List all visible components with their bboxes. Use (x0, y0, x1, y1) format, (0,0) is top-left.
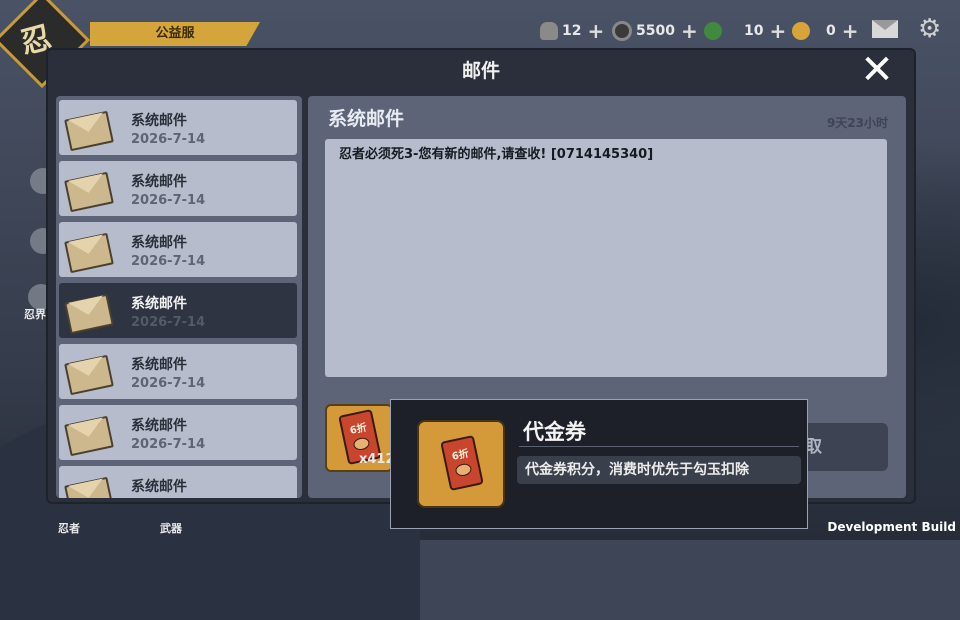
mail-item-name: 系统邮件 (131, 357, 187, 373)
gear-icon[interactable]: ⚙ (918, 16, 941, 42)
dialog-title: 邮件 (461, 60, 500, 82)
mail-list[interactable]: 系统邮件 2026-7-14 系统邮件 2026-7-14 系统邮件 2026-… (56, 96, 302, 498)
mail-item-name: 系统邮件 (131, 235, 187, 251)
mail-item-date: 2026-7-14 (131, 315, 206, 330)
coin-icon (612, 21, 632, 41)
resource-home-value: 12 (562, 23, 582, 39)
mail-item-date: 2026-7-14 (131, 376, 206, 391)
mail-list-item[interactable]: 系统邮件 2026-7-14 (59, 344, 297, 399)
mail-item-name: 系统邮件 (131, 296, 187, 312)
voucher-icon: 6折 (417, 420, 505, 508)
resource-gold-value: 0 (826, 23, 836, 39)
mail-item-date: 2026-7-14 (131, 132, 206, 147)
tooltip-item-name: 代金券 (523, 420, 586, 444)
divider (519, 446, 799, 447)
realm-label: 忍界 (24, 308, 46, 321)
close-button[interactable]: ✕ (858, 50, 896, 90)
green-magatama-icon (703, 22, 722, 40)
mail-list-item[interactable]: 系统邮件 (59, 466, 297, 498)
add-icon[interactable]: + (587, 19, 604, 43)
envelope-icon (64, 107, 114, 152)
resource-coin[interactable]: 5500 + (612, 19, 726, 43)
home-icon (540, 22, 558, 40)
envelope-icon (64, 473, 114, 498)
gold-magatama-icon (792, 22, 811, 40)
mail-list-item[interactable]: 系统邮件 2026-7-14 (59, 405, 297, 460)
mail-item-name: 系统邮件 (131, 113, 187, 129)
reward-count: x412 (359, 452, 393, 467)
ticket-icon: 6折 (440, 435, 484, 491)
envelope-icon (64, 290, 114, 335)
resource-green-value: 10 (744, 23, 764, 39)
mail-item-name: 系统邮件 (131, 174, 187, 190)
resource-gold[interactable]: 0 + (826, 19, 859, 43)
mail-item-name: 系统邮件 (131, 418, 187, 434)
mail-list-item[interactable]: 系统邮件 2026-7-14 (59, 161, 297, 216)
mail-item-date: 2026-7-14 (131, 254, 206, 269)
weapon-label: 武器 (160, 522, 182, 535)
reward-item[interactable]: 6折 x412 (325, 404, 393, 472)
envelope-icon (64, 351, 114, 396)
add-icon[interactable]: + (769, 19, 786, 43)
mail-list-item[interactable]: 系统邮件 2026-7-14 (59, 222, 297, 277)
mail-item-date: 2026-7-14 (131, 437, 206, 452)
ninja-label: 忍者 (58, 522, 80, 535)
add-icon[interactable]: + (842, 19, 859, 43)
add-icon[interactable]: + (681, 19, 698, 43)
mail-icon[interactable] (872, 20, 898, 38)
item-tooltip: 6折 代金券 代金券积分，消费时优先于勾玉扣除 (390, 399, 808, 529)
mail-list-item-selected[interactable]: 系统邮件 2026-7-14 (59, 283, 297, 338)
mail-body-text: 忍者必须死3-您有新的邮件,请查收! [0714145340] (339, 147, 654, 162)
expire-time: 9天23小时 (826, 116, 888, 130)
server-tag: 公益服 (90, 22, 260, 46)
resource-home[interactable]: 12 + (540, 19, 604, 43)
envelope-icon (64, 412, 114, 457)
mail-item-name: 系统邮件 (131, 479, 187, 495)
tooltip-item-desc: 代金券积分，消费时优先于勾玉扣除 (517, 456, 801, 484)
mail-item-date: 2026-7-14 (131, 193, 206, 208)
envelope-icon (64, 168, 114, 213)
dev-build-label: Development Build (827, 520, 956, 534)
envelope-icon (64, 229, 114, 274)
detail-title: 系统邮件 (328, 108, 405, 130)
mail-list-item[interactable]: 系统邮件 2026-7-14 (59, 100, 297, 155)
mail-body: 忍者必须死3-您有新的邮件,请查收! [0714145340] (325, 139, 887, 377)
resource-coin-value: 5500 (636, 23, 675, 39)
resource-green[interactable]: 10 + (744, 19, 814, 43)
